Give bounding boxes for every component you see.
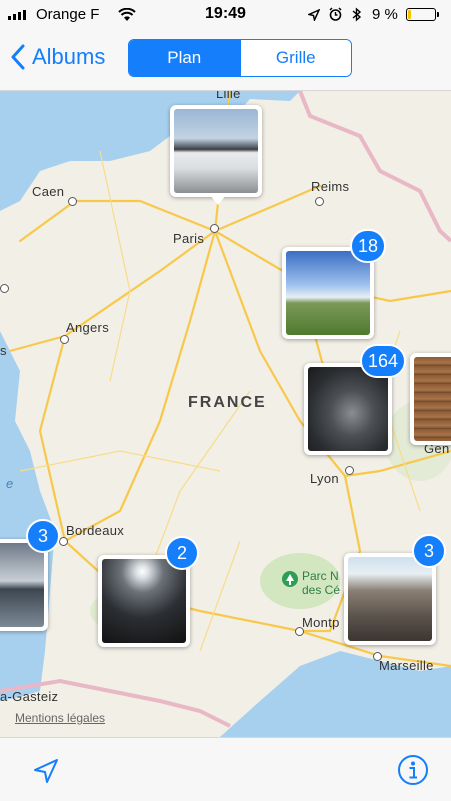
segment-plan[interactable]: Plan	[129, 40, 240, 76]
photo-thumbnail	[286, 251, 370, 335]
battery-percent: 9 %	[372, 6, 398, 23]
city-dot	[315, 197, 324, 206]
bluetooth-icon	[352, 7, 362, 22]
photo-thumbnail	[174, 109, 258, 193]
city-vitoria-gasteiz: a-Gasteiz	[0, 689, 59, 704]
back-label: Albums	[32, 44, 106, 69]
info-icon	[398, 755, 428, 785]
city-marseille: Marseille	[379, 658, 434, 673]
city-dot	[210, 224, 219, 233]
city-dot	[60, 335, 69, 344]
park-label: Parc N des Cé	[302, 569, 341, 597]
city-lille: Lille	[216, 91, 241, 101]
photo-thumbnail	[308, 367, 388, 451]
pin-tail	[210, 195, 226, 205]
photo-cluster-paris[interactable]	[170, 105, 262, 197]
location-arrow-icon	[34, 759, 58, 783]
city-bordeaux: Bordeaux	[66, 523, 125, 538]
country-label-france: FRANCE	[188, 394, 267, 411]
photo-thumbnail	[348, 557, 432, 641]
battery-icon	[406, 8, 439, 21]
location-services-icon	[308, 9, 320, 21]
photo-thumbnail	[0, 543, 44, 627]
city-dot	[68, 197, 77, 206]
city-caen: Caen	[32, 184, 65, 199]
city-fragment-nantes: s	[0, 343, 7, 358]
bottom-toolbar	[0, 737, 451, 801]
chevron-left-icon	[11, 44, 25, 70]
status-bar: Orange F 19:49 9 %	[0, 0, 451, 30]
photo-thumbnail	[414, 357, 451, 441]
photo-thumbnail	[102, 559, 186, 643]
city-reims: Reims	[311, 179, 350, 194]
cluster-count-badge: 3	[412, 534, 446, 568]
alarm-icon	[329, 7, 342, 21]
legal-notice-link[interactable]: Mentions légales	[15, 711, 105, 725]
cluster-count-badge: 164	[360, 344, 407, 378]
city-dot	[0, 284, 9, 293]
back-button[interactable]: Albums	[10, 44, 105, 70]
cluster-count-badge: 3	[26, 519, 60, 553]
city-angers: Angers	[66, 320, 109, 335]
city-dot	[345, 466, 354, 475]
cluster-count-badge: 18	[350, 229, 387, 263]
city-paris: Paris	[173, 231, 205, 246]
navigation-bar: Albums Plan Grille	[0, 30, 451, 91]
view-segmented-control: Plan Grille	[128, 39, 352, 77]
cluster-count-badge: 2	[165, 536, 199, 570]
city-montpellier: Montp	[302, 615, 340, 630]
segment-grille[interactable]: Grille	[239, 40, 351, 76]
locate-button[interactable]	[28, 754, 64, 788]
photo-cluster-switzerland[interactable]	[410, 353, 451, 445]
city-dot	[59, 537, 68, 546]
ocean-label: e	[6, 476, 14, 491]
park-icon	[282, 571, 298, 587]
city-lyon: Lyon	[310, 471, 339, 486]
info-button[interactable]	[397, 754, 431, 788]
map-view[interactable]: Lille Caen Reims Paris Angers s Lyon Bor…	[0, 91, 451, 737]
